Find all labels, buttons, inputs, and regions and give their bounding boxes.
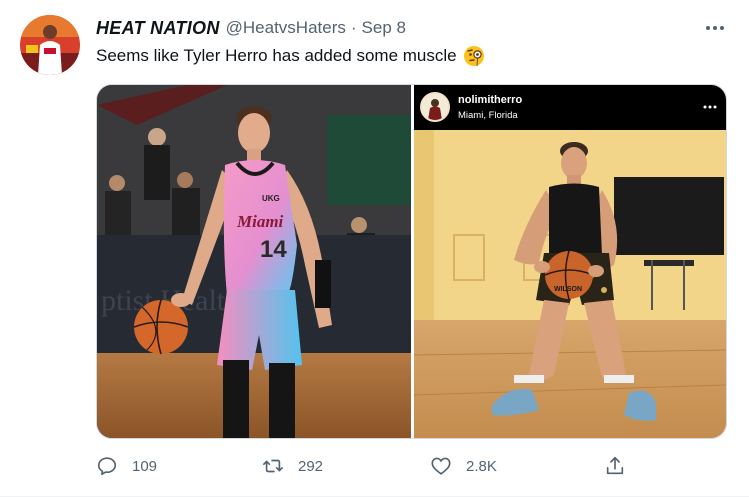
shoulder-tag: UKG bbox=[262, 194, 280, 203]
separator: · bbox=[350, 18, 357, 37]
more-options-button[interactable] bbox=[703, 16, 727, 40]
ig-avatar bbox=[420, 92, 450, 122]
jersey-number: 14 bbox=[260, 236, 287, 263]
tweet-header: HEAT NATION @HeatvsHaters · Sep 8 bbox=[96, 16, 406, 40]
instagram-header: nolimitherro Miami, Florida bbox=[414, 85, 726, 130]
ig-location: Miami, Florida bbox=[458, 110, 518, 121]
face-with-monocle-icon bbox=[463, 45, 485, 67]
reply-button[interactable]: 109 bbox=[96, 455, 157, 477]
tweet-text: Seems like Tyler Herro has added some mu… bbox=[96, 44, 485, 68]
display-name[interactable]: HEAT NATION bbox=[96, 18, 220, 39]
photo-right[interactable]: WILSON nolimitherro Miami, Florida bbox=[414, 85, 726, 438]
reply-icon bbox=[97, 457, 117, 476]
tweet[interactable]: HEAT NATION @HeatvsHaters · Sep 8 Seems … bbox=[0, 0, 749, 497]
retweet-button[interactable]: 292 bbox=[262, 455, 323, 477]
media-grid: ptist Health Miami 14 UKG WILSON nolimit… bbox=[96, 84, 727, 439]
heart-icon bbox=[431, 457, 451, 475]
reply-count: 109 bbox=[132, 457, 158, 475]
like-button[interactable]: 2.8K bbox=[430, 455, 497, 477]
more-dots-icon bbox=[706, 26, 724, 30]
ig-username: nolimitherro bbox=[458, 94, 523, 106]
user-handle[interactable]: @HeatvsHaters bbox=[226, 18, 346, 38]
tweet-actions: 109 292 2.8K bbox=[96, 455, 636, 481]
ball-text: WILSON bbox=[554, 286, 582, 293]
photo-left[interactable]: ptist Health Miami 14 UKG bbox=[97, 85, 411, 438]
retweet-icon bbox=[263, 459, 283, 473]
share-button[interactable] bbox=[604, 455, 626, 477]
avatar[interactable] bbox=[20, 15, 80, 75]
share-icon bbox=[606, 456, 624, 475]
like-count: 2.8K bbox=[466, 457, 497, 475]
ig-more-icon bbox=[702, 99, 718, 115]
tweet-text-content: Seems like Tyler Herro has added some mu… bbox=[96, 46, 457, 65]
retweet-count: 292 bbox=[298, 457, 324, 475]
jersey-script: Miami bbox=[236, 212, 284, 231]
tweet-date[interactable]: Sep 8 bbox=[362, 18, 406, 38]
